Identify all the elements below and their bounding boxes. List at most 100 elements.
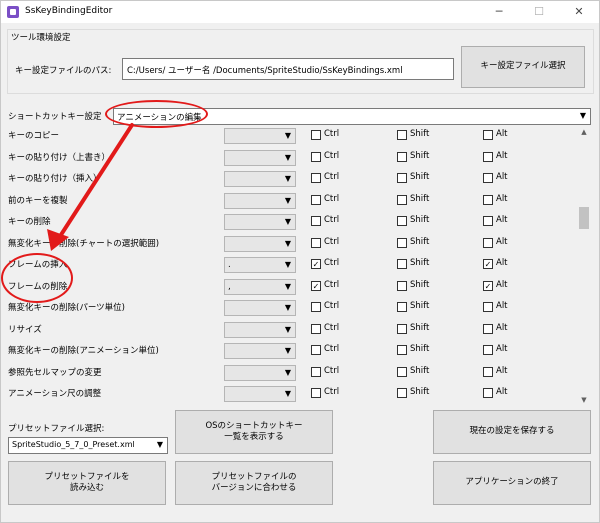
key-binding-row: 前のキーを複製 ▼ Ctrl Shift Alt <box>1 190 577 211</box>
key-select[interactable]: ▼ <box>224 343 296 359</box>
key-select[interactable]: ▼ <box>224 235 296 252</box>
ctrl-checkbox[interactable] <box>311 151 321 162</box>
alt-checkbox[interactable] <box>483 237 493 248</box>
ctrl-checkbox-label: Ctrl <box>324 387 340 397</box>
scroll-thumb[interactable] <box>579 207 589 229</box>
shift-checkbox-label: Shift <box>410 236 430 247</box>
preset-file-select[interactable]: SpriteStudio_5_7_0_Preset.xml ▼ <box>8 437 168 454</box>
select-key-file-button[interactable]: キー設定ファイル選択 <box>461 46 585 88</box>
shift-checkbox[interactable] <box>397 323 407 334</box>
chevron-down-icon: ▼ <box>284 281 291 291</box>
ctrl-checkbox[interactable] <box>311 345 321 355</box>
key-binding-row: キーの貼り付け（上書き） ▼ Ctrl Shift Alt <box>1 147 577 168</box>
key-select[interactable]: ▼ <box>224 149 296 166</box>
shift-checkbox[interactable] <box>397 130 407 140</box>
ctrl-checkbox[interactable] <box>311 216 321 226</box>
ctrl-checkbox-label: Ctrl <box>324 215 340 225</box>
match-preset-version-button[interactable]: プリセットファイルの バージョンに合わせる <box>175 461 333 505</box>
shift-checkbox-label: Shift <box>410 387 430 397</box>
key-select[interactable]: , ▼ <box>224 278 296 295</box>
shift-checkbox[interactable] <box>397 194 407 205</box>
key-binding-row: リサイズ ▼ Ctrl Shift Alt <box>1 319 577 340</box>
shift-checkbox[interactable] <box>397 280 407 291</box>
ctrl-checkbox-label: Ctrl <box>324 344 340 354</box>
ctrl-checkbox[interactable]: ✓ <box>311 280 321 291</box>
key-binding-name: キーの削除 <box>8 217 51 227</box>
key-select[interactable]: ▼ <box>224 171 296 187</box>
alt-checkbox[interactable]: ✓ <box>483 259 493 269</box>
shift-checkbox[interactable] <box>397 388 407 398</box>
ctrl-checkbox-label: Ctrl <box>324 193 340 204</box>
exit-application-button[interactable]: アプリケーションの終了 <box>433 461 591 505</box>
ctrl-checkbox[interactable] <box>311 130 321 140</box>
ctrl-checkbox[interactable] <box>311 366 321 377</box>
key-select[interactable]: ▼ <box>224 214 296 230</box>
save-settings-button[interactable]: 現在の設定を保存する <box>433 410 591 454</box>
alt-checkbox[interactable]: ✓ <box>483 280 493 291</box>
scroll-down-icon[interactable]: ▼ <box>577 393 591 407</box>
shift-checkbox[interactable] <box>397 151 407 162</box>
ctrl-checkbox[interactable] <box>311 302 321 312</box>
alt-checkbox[interactable] <box>483 345 493 355</box>
shift-checkbox-label: Shift <box>410 258 430 268</box>
shift-checkbox[interactable] <box>397 237 407 248</box>
chevron-down-icon: ▼ <box>579 111 586 120</box>
alt-checkbox[interactable] <box>483 323 493 334</box>
alt-checkbox[interactable] <box>483 216 493 226</box>
key-file-path-input[interactable]: C:/Users/ ユーザー名 /Documents/SpriteStudio/… <box>122 58 454 80</box>
close-button[interactable]: ✕ <box>559 1 599 23</box>
ctrl-checkbox-label: Ctrl <box>324 365 340 376</box>
shift-checkbox[interactable] <box>397 216 407 226</box>
alt-checkbox-label: Alt <box>496 258 508 268</box>
ctrl-checkbox[interactable] <box>311 323 321 334</box>
alt-checkbox-label: Alt <box>496 301 508 311</box>
key-select[interactable]: ▼ <box>224 300 296 316</box>
key-select-value: . <box>228 260 231 270</box>
shift-checkbox-label: Shift <box>410 150 430 161</box>
alt-checkbox[interactable] <box>483 194 493 205</box>
key-binding-name: リサイズ <box>8 324 42 335</box>
shift-checkbox[interactable] <box>397 302 407 312</box>
alt-checkbox-label: Alt <box>496 129 508 139</box>
alt-checkbox[interactable] <box>483 151 493 162</box>
shift-checkbox[interactable] <box>397 345 407 355</box>
preset-file-value: SpriteStudio_5_7_0_Preset.xml <box>12 440 135 449</box>
ctrl-checkbox[interactable] <box>311 388 321 398</box>
key-binding-row: キーのコピー ▼ Ctrl Shift Alt <box>1 125 577 146</box>
ctrl-checkbox[interactable] <box>311 237 321 248</box>
shift-checkbox[interactable] <box>397 259 407 269</box>
key-binding-row: フレームの挿入. ▼ ✓ Ctrl Shift ✓ Alt <box>1 254 577 275</box>
key-select[interactable]: ▼ <box>224 321 296 338</box>
shift-checkbox-label: Shift <box>410 365 430 376</box>
chevron-down-icon: ▼ <box>284 174 291 183</box>
alt-checkbox[interactable] <box>483 302 493 312</box>
shift-checkbox[interactable] <box>397 366 407 377</box>
key-select[interactable]: ▼ <box>224 386 296 402</box>
ctrl-checkbox[interactable]: ✓ <box>311 259 321 269</box>
scroll-up-icon[interactable]: ▲ <box>577 125 591 139</box>
minimize-button[interactable]: ─ <box>479 1 519 23</box>
show-os-shortcuts-button[interactable]: OSのショートカットキー 一覧を表示する <box>175 410 333 454</box>
shift-checkbox[interactable] <box>397 173 407 183</box>
chevron-down-icon: ▼ <box>284 260 291 269</box>
shift-checkbox-label: Shift <box>410 344 430 354</box>
alt-checkbox[interactable] <box>483 388 493 398</box>
maximize-button[interactable]: ☐ <box>519 1 559 23</box>
key-select[interactable]: ▼ <box>224 364 296 381</box>
key-binding-name: 無変化キーの削除(チャートの選択範囲) <box>8 238 160 249</box>
load-preset-button[interactable]: プリセットファイルを 読み込む <box>8 461 166 505</box>
key-select[interactable]: ▼ <box>224 192 296 209</box>
ctrl-checkbox[interactable] <box>311 173 321 183</box>
ctrl-checkbox-label: Ctrl <box>324 236 340 247</box>
key-binding-name: 参照先セルマップの変更 <box>8 367 102 378</box>
alt-checkbox[interactable] <box>483 173 493 183</box>
ctrl-checkbox[interactable] <box>311 194 321 205</box>
key-select[interactable]: ▼ <box>224 128 296 144</box>
alt-checkbox[interactable] <box>483 130 493 140</box>
shift-checkbox-label: Shift <box>410 301 430 311</box>
key-list-scrollbar[interactable]: ▲ ▼ <box>577 125 591 407</box>
alt-checkbox[interactable] <box>483 366 493 377</box>
shift-checkbox-label: Shift <box>410 193 430 204</box>
key-select[interactable]: . ▼ <box>224 257 296 273</box>
key-binding-row: 無変化キーの削除(アニメーション単位) ▼ Ctrl Shift Alt <box>1 340 577 361</box>
